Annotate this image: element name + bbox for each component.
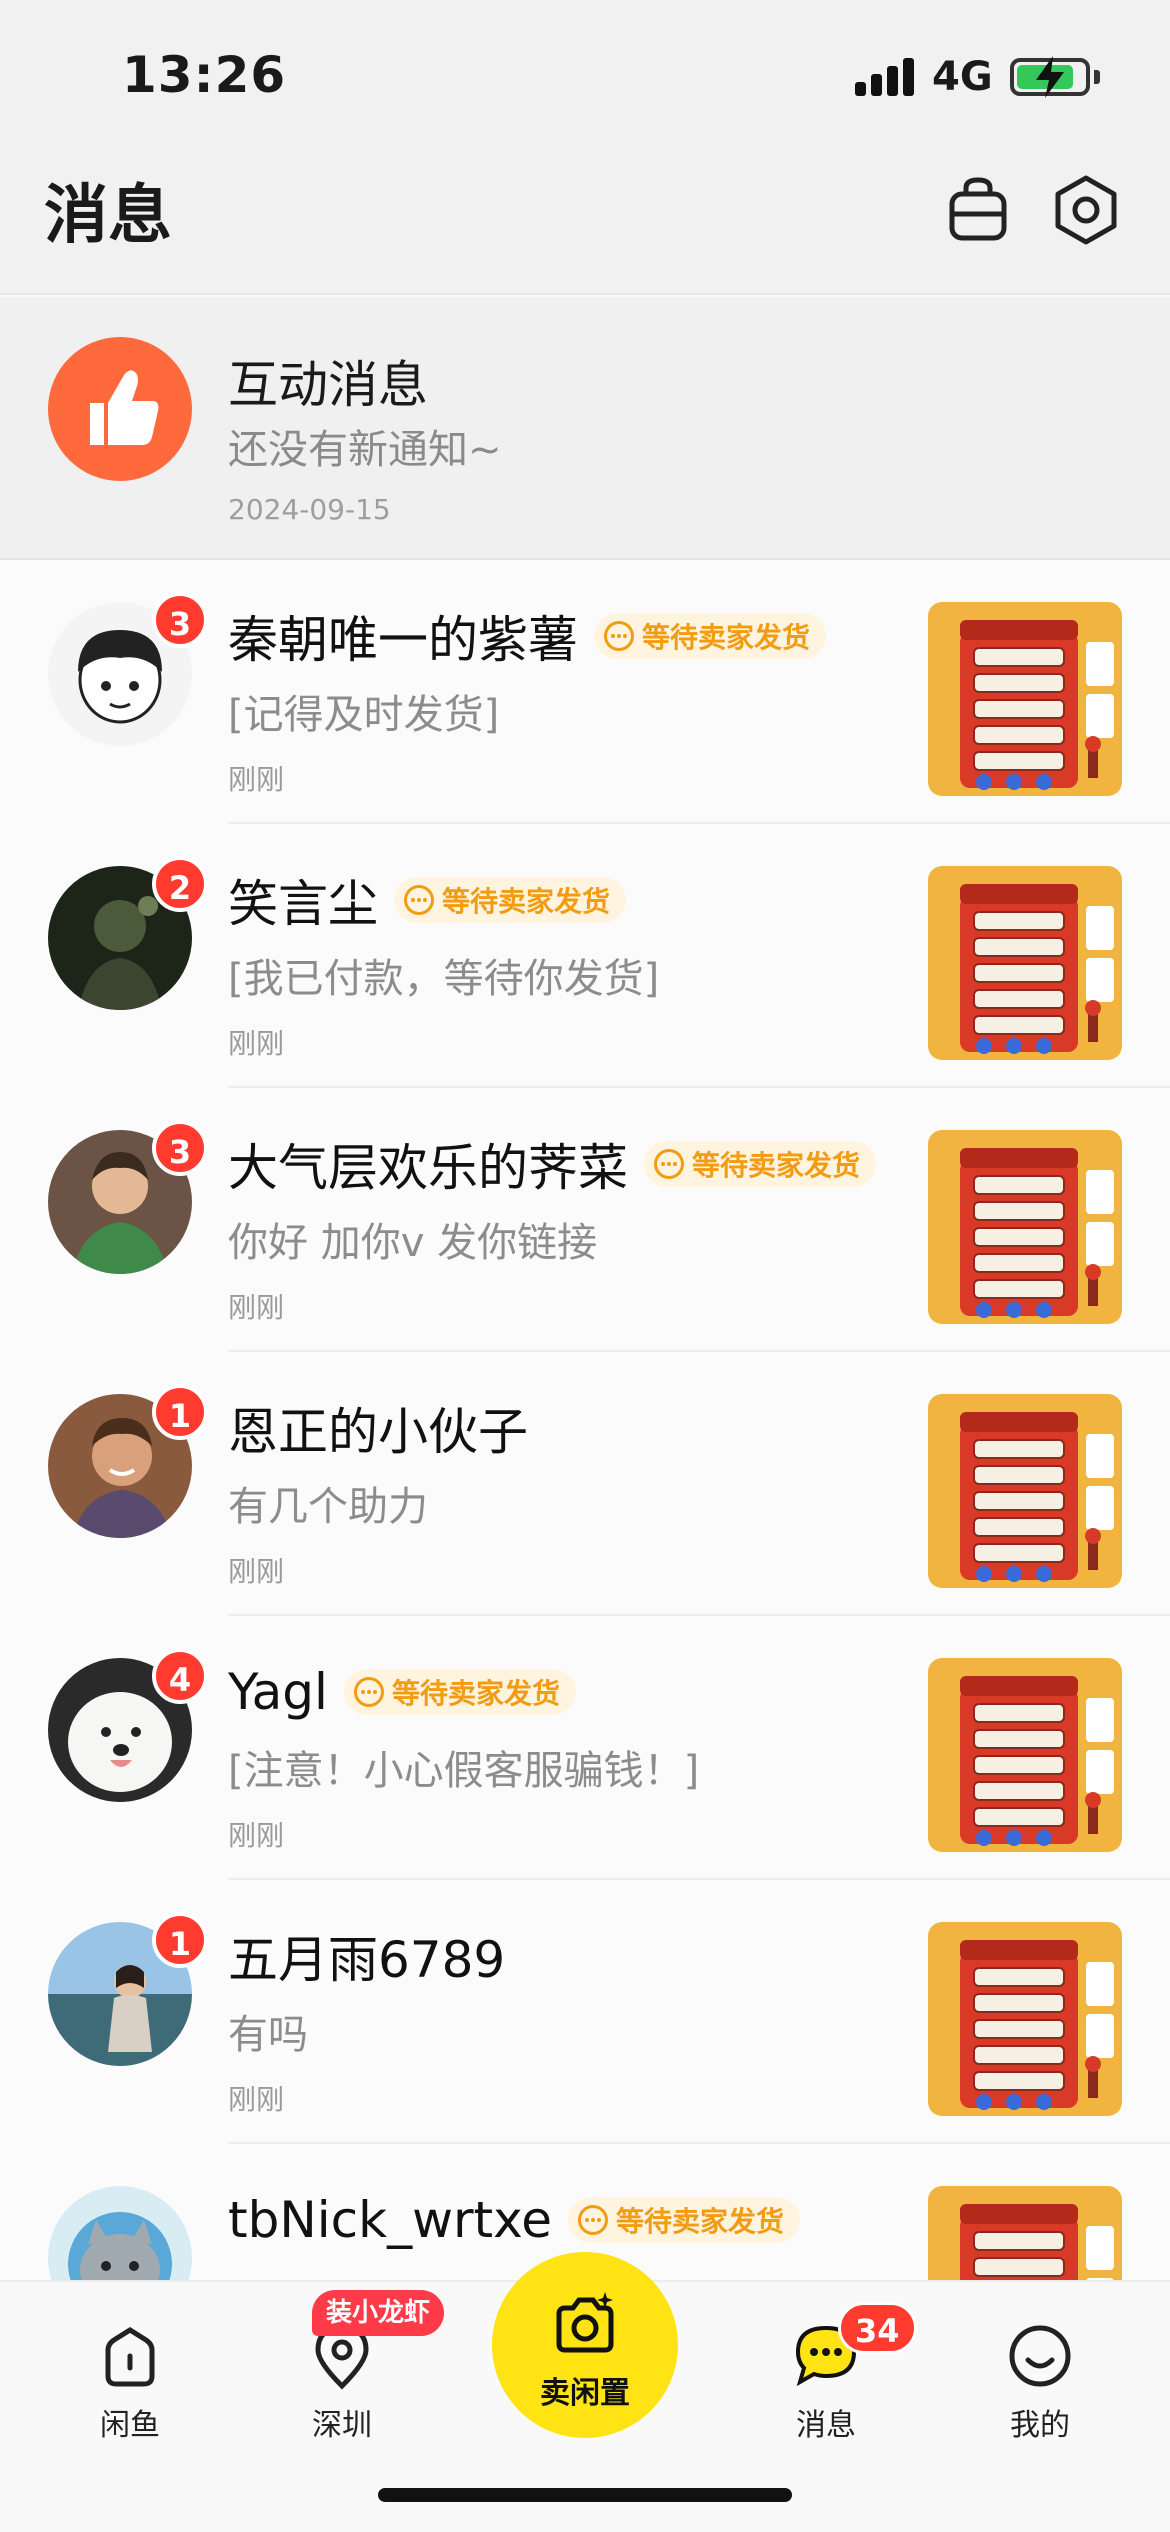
unread-badge: 2 (152, 856, 208, 912)
tab-label: 我的 (1010, 2408, 1070, 2443)
contact-name: 笑言尘 (228, 875, 378, 933)
status-tag-label: 等待卖家发货 (615, 2205, 784, 2238)
message-preview: [我已付款，等待你发货] (228, 956, 660, 1002)
message-preview: 有几个助力 (228, 1484, 428, 1530)
sell-button-label: 卖闲置 (540, 2376, 630, 2411)
unread-badge: 1 (152, 1384, 208, 1440)
message-time: 刚刚 (228, 763, 285, 796)
camera-icon (556, 2292, 614, 2353)
unread-badge: 4 (152, 1648, 208, 1704)
tab-home[interactable]: 闲鱼 (40, 2282, 220, 2482)
status-tag-label: 等待卖家发货 (391, 1677, 560, 1710)
interaction-messages-row[interactable]: 互动消息 还没有新通知~ 2024-09-15 (0, 297, 1170, 560)
status-tag-label: 等待卖家发货 (642, 621, 811, 654)
status-tag-label: 等待卖家发货 (442, 885, 611, 918)
conversation-row[interactable]: 2 笑言尘 等待卖家发货 [我已付款，等待你发货] 刚刚 (0, 824, 1170, 1088)
contact-name: 恩正的小伙子 (228, 1403, 528, 1461)
unread-badge: 3 (152, 592, 208, 648)
home-indicator[interactable] (378, 2488, 792, 2502)
messages-unread-badge: 34 (838, 2302, 917, 2354)
promo-bubble[interactable]: 装小龙虾 (312, 2290, 445, 2336)
status-tag: 等待卖家发货 (343, 1669, 576, 1715)
message-time: 刚刚 (228, 1555, 285, 1588)
conversation-row[interactable]: 1 五月雨6789 有吗 刚刚 (0, 1880, 1170, 2144)
page-title: 消息 (44, 179, 172, 253)
ellipsis-icon (604, 621, 634, 651)
conversation-row[interactable]: 3 秦朝唯一的紫薯 等待卖家发货 [记得及时发货] 刚刚 (0, 560, 1170, 824)
signal-icon (855, 58, 915, 96)
status-tag: 等待卖家发货 (394, 877, 627, 923)
contact-name: tbNick_wrtxe (228, 2191, 552, 2249)
contact-name: 五月雨6789 (228, 1931, 506, 1989)
status-bar: 13:26 4G (0, 0, 1170, 150)
page-header: 消息 (0, 150, 1170, 295)
ellipsis-icon (654, 1149, 684, 1179)
interaction-title: 互动消息 (228, 356, 428, 414)
ellipsis-icon (404, 885, 434, 915)
shop-bag-icon[interactable] (938, 170, 1018, 250)
message-preview: 你好 加你v 发你链接 (228, 1220, 598, 1266)
ellipsis-icon (577, 2205, 608, 2235)
ellipsis-icon (353, 1677, 384, 1707)
message-preview: 有吗 (228, 2012, 308, 2058)
product-thumbnail[interactable] (928, 1394, 1122, 1588)
home-icon (105, 2327, 155, 2387)
status-tag: 等待卖家发货 (594, 613, 827, 659)
name-line: 大气层欢乐的荠菜 等待卖家发货 (228, 1132, 877, 1197)
product-thumbnail[interactable] (928, 866, 1122, 1060)
contact-name: 秦朝唯一的紫薯 (228, 611, 578, 669)
name-line: 笑言尘 等待卖家发货 (228, 868, 627, 933)
interaction-avatar (48, 337, 192, 481)
tab-label: 消息 (796, 2408, 856, 2443)
interaction-date: 2024-09-15 (228, 493, 391, 526)
settings-icon[interactable] (1046, 170, 1126, 250)
message-time: 刚刚 (228, 1027, 285, 1060)
product-thumbnail[interactable] (928, 1922, 1122, 2116)
product-thumbnail[interactable] (928, 1130, 1122, 1324)
message-preview: [记得及时发货] (228, 692, 500, 738)
status-tag: 等待卖家发货 (644, 1141, 877, 1187)
smile-icon (1009, 2325, 1071, 2387)
name-line: tbNick_wrtxe 等待卖家发货 (228, 2188, 800, 2252)
charging-bolt-icon (1036, 56, 1064, 98)
message-preview: [注意！小心假客服骗钱！] (228, 1748, 700, 1794)
name-line: 秦朝唯一的紫薯 等待卖家发货 (228, 604, 827, 669)
unread-badge: 3 (152, 1120, 208, 1176)
status-tag: 等待卖家发货 (567, 2197, 800, 2243)
product-thumbnail[interactable] (928, 602, 1122, 796)
tab-me[interactable]: 我的 (950, 2282, 1130, 2482)
product-thumbnail[interactable] (928, 1658, 1122, 1852)
tab-label: 深圳 (312, 2408, 372, 2443)
contact-name: 大气层欢乐的荠菜 (228, 1139, 628, 1197)
battery-cap (1094, 70, 1100, 84)
conversation-row[interactable]: 4 Yagl 等待卖家发货 [注意！小心假客服骗钱！] 刚刚 (0, 1616, 1170, 1880)
message-time: 刚刚 (228, 1291, 285, 1324)
conversation-list[interactable]: 3 秦朝唯一的紫薯 等待卖家发货 [记得及时发货] 刚刚 2 笑言尘 等待卖家发… (0, 560, 1170, 2280)
network-label: 4G (932, 54, 993, 100)
contact-name: Yagl (228, 1663, 328, 1721)
interaction-subtitle: 还没有新通知~ (228, 427, 502, 473)
product-thumbnail[interactable] (928, 2186, 1122, 2280)
message-time: 刚刚 (228, 2083, 285, 2116)
avatar[interactable] (48, 2186, 192, 2280)
message-time: 刚刚 (228, 1819, 285, 1852)
unread-badge: 1 (152, 1912, 208, 1968)
name-line: Yagl 等待卖家发货 (228, 1660, 576, 1724)
conversation-row[interactable]: 1 恩正的小伙子 有几个助力 刚刚 (0, 1352, 1170, 1616)
status-time: 13:26 (122, 46, 287, 104)
name-line: 五月雨6789 (228, 1924, 505, 1989)
conversation-row[interactable]: 3 大气层欢乐的荠菜 等待卖家发货 你好 加你v 发你链接 刚刚 (0, 1088, 1170, 1352)
thumbs-up-icon (90, 370, 159, 445)
status-tag-label: 等待卖家发货 (692, 1149, 861, 1182)
name-line: 恩正的小伙子 (228, 1396, 528, 1461)
tab-label: 闲鱼 (100, 2408, 160, 2443)
sell-button[interactable]: 卖闲置 (492, 2252, 678, 2438)
